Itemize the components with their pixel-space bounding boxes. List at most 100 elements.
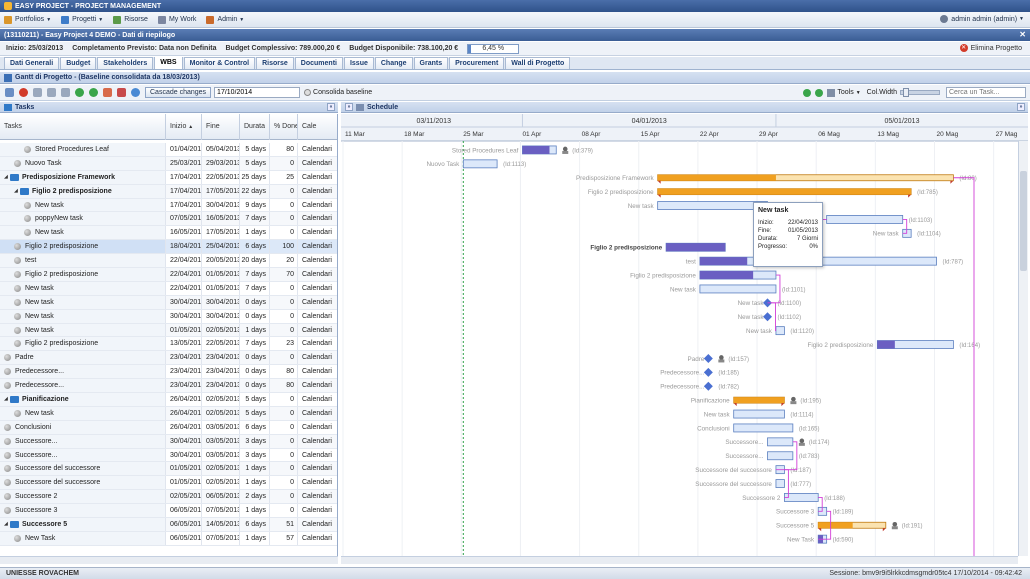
table-row[interactable]: test 22/04/2013 20/05/2013 20 days 20 Calenda… xyxy=(0,254,337,269)
task-search-input[interactable] xyxy=(946,87,1026,98)
table-row[interactable]: Conclusioni 26/04/2013 03/05/2013 6 days 0 Ca… xyxy=(0,420,337,435)
copy-icon[interactable] xyxy=(33,88,42,97)
task-start: 22/04/2013 xyxy=(166,254,202,268)
arrow-right-icon[interactable] xyxy=(815,88,824,97)
table-row[interactable]: Successore 3 06/05/2013 07/05/2013 1 days 0 C… xyxy=(0,504,337,519)
task-name: Successore 3 xyxy=(15,507,58,515)
table-row[interactable]: Figlio 2 predisposizione 18/04/2013 25/04/… xyxy=(0,240,337,255)
col-durata[interactable]: Durata xyxy=(240,114,270,140)
table-row[interactable]: Successore 2 02/05/2013 06/05/2013 2 days 0 C… xyxy=(0,490,337,505)
schedule-horizontal-scrollbar[interactable] xyxy=(341,556,1018,564)
menu-my-work[interactable]: My Work xyxy=(157,15,196,24)
table-row[interactable]: ◢ Pianificazione 26/04/2013 02/05/2013 5 day… xyxy=(0,393,337,407)
consolida-baseline-label[interactable]: Consolida baseline xyxy=(313,89,372,96)
table-row[interactable]: Figlio 2 predisposizione 13/05/2013 22/05/… xyxy=(0,337,337,352)
project-header: (13110211) - Easy Project 4 DEMO - Dati … xyxy=(0,29,1030,41)
table-row[interactable]: Successore... 30/04/2013 03/05/2013 3 days 0… xyxy=(0,448,337,463)
remove-task-icon[interactable] xyxy=(89,88,98,97)
table-row[interactable]: Stored Procedures Leaf 01/04/2013 05/04/20… xyxy=(0,143,337,157)
table-row[interactable]: Predecessore... 23/04/2013 23/04/2013 0 day… xyxy=(0,379,337,394)
menu-portfolios[interactable]: Portfolios ▼ xyxy=(4,15,51,24)
table-row[interactable]: Predecessore... 23/04/2013 23/04/2013 0 day… xyxy=(0,365,337,380)
calendar-icon[interactable] xyxy=(103,88,112,97)
task-calendar: Calendari xyxy=(298,157,337,170)
table-row[interactable]: New task 22/04/2013 01/05/2013 7 days 0 Calen… xyxy=(0,281,337,296)
consolida-radio[interactable] xyxy=(304,89,312,96)
table-row[interactable]: New task 01/05/2013 02/05/2013 1 days 0 Calen… xyxy=(0,323,337,338)
arrow-left-icon[interactable] xyxy=(803,88,812,97)
table-row[interactable]: New Task 06/05/2013 07/05/2013 1 days 57 Cale… xyxy=(0,531,337,546)
table-row[interactable]: Figlio 2 predisposizione 22/04/2013 01/05/… xyxy=(0,268,337,282)
menu-progetti[interactable]: Progetti ▼ xyxy=(61,15,103,24)
tab-budget[interactable]: Budget xyxy=(60,57,97,69)
task-start: 01/04/2013 xyxy=(166,143,202,156)
collapse-right-icon[interactable]: » xyxy=(1017,103,1025,111)
table-row[interactable]: ◢ Successore 5 06/05/2013 14/05/2013 6 days 5… xyxy=(0,518,337,532)
tab-issue[interactable]: Issue xyxy=(343,57,374,69)
add-task-icon[interactable] xyxy=(75,88,84,97)
table-row[interactable]: ◢ Figlio 2 predisposizione 17/04/2013 17/05… xyxy=(0,184,337,199)
expand-icon[interactable]: » xyxy=(345,103,353,111)
user-menu[interactable]: admin admin (admin) ▼ xyxy=(940,15,1024,23)
table-row[interactable]: Successore del successore 01/05/2013 02/05… xyxy=(0,462,337,477)
table-row[interactable]: ◢ Predisposizione Framework 17/04/2013 22/0… xyxy=(0,170,337,185)
task-name: Stored Procedures Leaf xyxy=(35,145,109,153)
tab-dati-generali[interactable]: Dati Generali xyxy=(4,57,60,69)
table-row[interactable]: Successore... 30/04/2013 03/05/2013 3 days 0… xyxy=(0,434,337,449)
table-row[interactable]: Nuovo Task 25/03/2013 29/03/2013 5 days 0 Cal… xyxy=(0,156,337,171)
col-inizio[interactable]: Inizio ▲ xyxy=(166,114,202,140)
table-row[interactable]: Padre 23/04/2013 23/04/2013 0 days 0 Calendar… xyxy=(0,351,337,366)
table-row[interactable]: New task 16/05/2013 17/05/2013 1 days 0 Calen… xyxy=(0,226,337,241)
tab-documenti[interactable]: Documenti xyxy=(294,57,343,69)
portfolio-icon xyxy=(4,15,12,24)
task-percent: 0 xyxy=(270,295,298,309)
task-icon xyxy=(14,326,21,334)
tab-wall-di-progetto[interactable]: Wall di Progetto xyxy=(505,57,571,69)
task-duration: 1 days xyxy=(240,323,270,337)
scroll-thumb[interactable] xyxy=(1020,171,1027,271)
table-row[interactable]: New task 26/04/2013 02/05/2013 5 days 0 Calen… xyxy=(0,406,337,421)
delete-task-icon[interactable] xyxy=(19,88,28,97)
refresh-icon[interactable] xyxy=(131,88,140,97)
table-row[interactable]: Successore del successore 01/05/2013 02/05… xyxy=(0,476,337,491)
task-percent: 100 xyxy=(270,240,298,254)
tab-stakeholders[interactable]: Stakeholders xyxy=(97,57,154,69)
col-calendar[interactable]: Cale xyxy=(298,114,337,140)
menu-admin[interactable]: Admin ▼ xyxy=(206,15,244,24)
table-row[interactable]: New task 30/04/2013 30/04/2013 0 days 0 Calen… xyxy=(0,295,337,310)
col-tasks[interactable]: Tasks xyxy=(0,114,166,140)
close-icon[interactable]: ✕ xyxy=(1019,30,1026,39)
export-icon[interactable] xyxy=(117,88,126,97)
collapse-icon[interactable]: « xyxy=(327,103,335,111)
task-calendar: Calendari xyxy=(298,393,337,406)
tab-monitor-control[interactable]: Monitor & Control xyxy=(183,57,256,69)
tools-menu[interactable]: Tools xyxy=(837,89,853,96)
col-done[interactable]: % Done xyxy=(270,114,298,140)
edit-icon[interactable] xyxy=(5,88,14,97)
col-fine[interactable]: Fine xyxy=(202,114,240,140)
outdent-icon[interactable] xyxy=(61,88,70,97)
menu-risorse[interactable]: Risorse xyxy=(113,15,148,24)
task-icon xyxy=(14,409,21,417)
task-icon xyxy=(24,215,31,223)
gantt-bar-label: Successore 5 xyxy=(776,523,815,530)
indent-icon[interactable] xyxy=(47,88,56,97)
gantt-bar-label: Pianificazione xyxy=(691,397,730,404)
tab-grants[interactable]: Grants xyxy=(413,57,449,69)
tab-procurement[interactable]: Procurement xyxy=(449,57,505,69)
tab-wbs[interactable]: WBS xyxy=(154,57,183,69)
task-duration: 3 days xyxy=(240,448,270,462)
table-row[interactable]: poppyNew task 07/05/2013 16/05/2013 7 days 0… xyxy=(0,212,337,227)
tab-risorse[interactable]: Risorse xyxy=(256,57,294,69)
slider-knob[interactable] xyxy=(903,88,909,97)
delete-project-button[interactable]: ✕ Elimina Progetto xyxy=(959,44,1022,52)
table-row[interactable]: New task 30/04/2013 30/04/2013 0 days 0 Calen… xyxy=(0,309,337,324)
tasks-horizontal-scrollbar[interactable] xyxy=(0,556,338,564)
cascade-changes-button[interactable]: Cascade changes xyxy=(145,87,212,98)
schedule-vertical-scrollbar[interactable] xyxy=(1018,141,1028,556)
col-width-slider[interactable] xyxy=(900,88,940,97)
gantt-bar-label: test xyxy=(686,258,696,265)
baseline-date-input[interactable] xyxy=(214,87,301,98)
table-row[interactable]: New task 17/04/2013 30/04/2013 9 days 0 Calen… xyxy=(0,198,337,213)
tab-change[interactable]: Change xyxy=(374,57,413,69)
